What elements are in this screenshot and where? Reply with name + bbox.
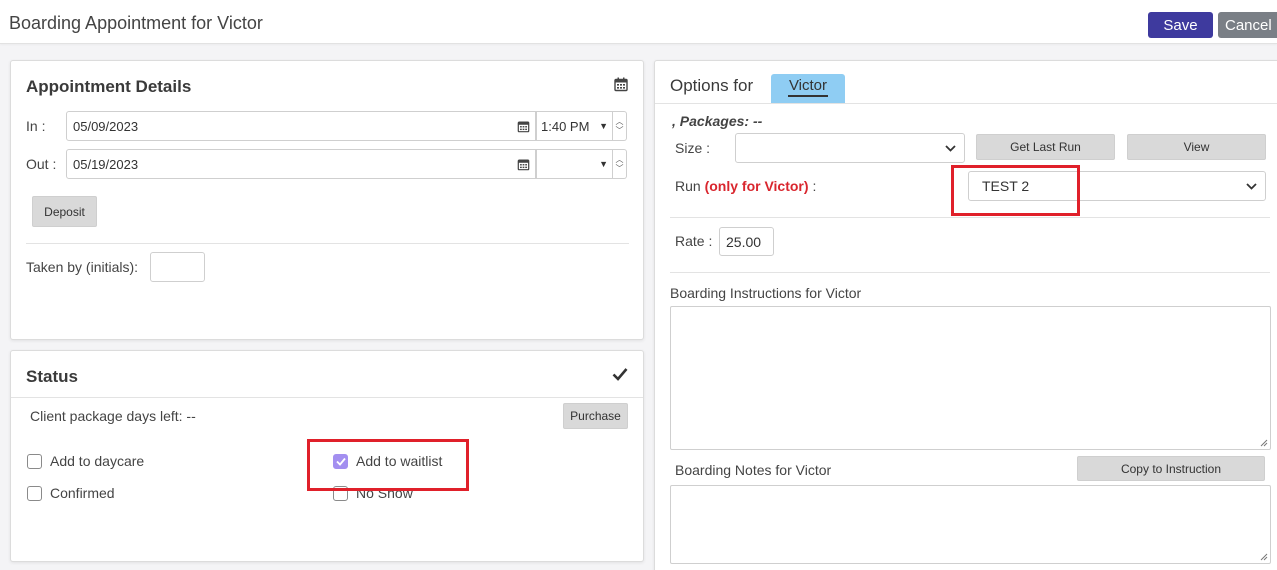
top-bar: Boarding Appointment for Victor Save Can… xyxy=(0,0,1277,44)
in-date-input[interactable]: 05/09/2023 xyxy=(66,111,513,141)
out-date-input[interactable]: 05/19/2023 xyxy=(66,149,513,179)
annotation-highlight-box xyxy=(951,165,1080,216)
size-label: Size : xyxy=(675,140,711,156)
confirmed-label: Confirmed xyxy=(50,485,115,501)
divider xyxy=(26,243,629,244)
chevron-down-icon xyxy=(1246,183,1257,190)
in-time-value: 1:40 PM xyxy=(541,118,590,134)
tab-underline xyxy=(788,95,828,97)
deposit-button[interactable]: Deposit xyxy=(32,196,97,227)
view-button[interactable]: View xyxy=(1127,134,1266,160)
annotation-highlight-box xyxy=(307,439,469,491)
boarding-notes-textarea[interactable] xyxy=(670,485,1271,564)
calendar-icon xyxy=(517,159,530,170)
boarding-notes-label: Boarding Notes for Victor xyxy=(675,462,832,478)
size-select[interactable] xyxy=(735,133,965,163)
add-to-daycare-label: Add to daycare xyxy=(50,453,145,469)
chevron-down-icon xyxy=(945,145,956,152)
out-label: Out : xyxy=(26,156,57,172)
status-card: Status Client package days left: -- Purc… xyxy=(10,350,644,562)
run-label-suffix: : xyxy=(812,178,817,194)
appointment-details-card: Appointment Details In : 05/09/2023 1:40… xyxy=(10,60,644,340)
confirmed-checkbox[interactable] xyxy=(27,486,42,501)
cancel-button[interactable]: Cancel xyxy=(1218,12,1277,38)
in-date-calendar-button[interactable] xyxy=(512,111,536,141)
run-label-highlight: (only for Victor) xyxy=(704,178,809,194)
taken-by-input[interactable] xyxy=(150,252,205,282)
divider xyxy=(11,397,643,398)
run-label-prefix: Run xyxy=(675,178,701,194)
in-time-spinner[interactable]: ︿ ﹀ xyxy=(613,111,627,141)
appointment-details-title: Appointment Details xyxy=(26,77,192,96)
get-last-run-button[interactable]: Get Last Run xyxy=(976,134,1115,160)
resize-handle-icon xyxy=(1260,439,1268,447)
page-title: Boarding Appointment for Victor xyxy=(9,13,263,33)
resize-handle-icon xyxy=(1260,553,1268,561)
divider xyxy=(670,217,1270,218)
checkmark-icon[interactable] xyxy=(612,367,628,384)
rate-label: Rate : xyxy=(675,233,713,249)
chevron-down-icon: ▼ xyxy=(599,121,608,131)
purchase-button[interactable]: Purchase xyxy=(563,403,628,429)
package-days-label: Client package days left: -- xyxy=(30,408,196,424)
options-title: Options for xyxy=(670,76,754,95)
packages-label: , Packages: -- xyxy=(672,113,763,129)
tab-victor[interactable]: Victor xyxy=(771,74,845,103)
calendar-icon xyxy=(517,121,530,132)
status-title: Status xyxy=(26,367,78,386)
chevron-up-icon[interactable]: ︿ xyxy=(616,117,624,126)
chevron-down-icon[interactable]: ﹀ xyxy=(616,126,624,135)
divider xyxy=(670,272,1270,273)
in-label: In : xyxy=(26,118,46,134)
boarding-instructions-textarea[interactable] xyxy=(670,306,1271,450)
run-label: Run (only for Victor) : xyxy=(675,178,816,194)
taken-by-label: Taken by (initials): xyxy=(26,259,139,275)
chevron-up-icon[interactable]: ︿ xyxy=(616,155,624,164)
chevron-down-icon: ▼ xyxy=(599,159,608,169)
calendar-icon[interactable] xyxy=(614,77,628,95)
save-button[interactable]: Save xyxy=(1148,12,1213,38)
out-time-select[interactable]: ▼ xyxy=(536,149,613,179)
divider xyxy=(655,103,1277,104)
boarding-instructions-label: Boarding Instructions for Victor xyxy=(670,285,862,301)
out-time-spinner[interactable]: ︿ ﹀ xyxy=(613,149,627,179)
copy-to-instruction-button[interactable]: Copy to Instruction xyxy=(1077,456,1265,481)
out-date-calendar-button[interactable] xyxy=(512,149,536,179)
add-to-daycare-checkbox[interactable] xyxy=(27,454,42,469)
in-time-select[interactable]: 1:40 PM ▼ xyxy=(536,111,613,141)
rate-input[interactable]: 25.00 xyxy=(719,227,774,256)
chevron-down-icon[interactable]: ﹀ xyxy=(616,164,624,173)
